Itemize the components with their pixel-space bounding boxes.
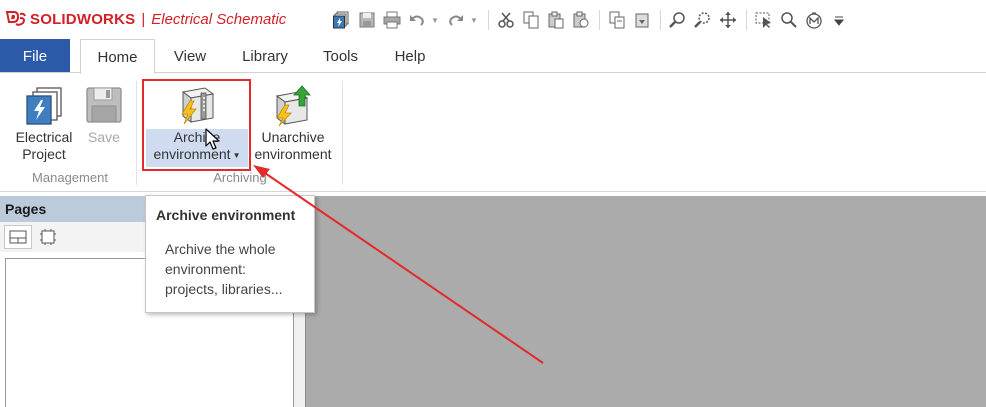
tab-home[interactable]: Home — [80, 39, 155, 74]
ribbon-tabs: File Home View Library Tools Help — [0, 39, 986, 74]
management-group-label: Management — [32, 170, 108, 185]
select-icon[interactable] — [752, 8, 776, 32]
save-label: Save — [88, 129, 120, 145]
pan-icon[interactable] — [716, 8, 740, 32]
unarchive-label-2: environment — [254, 146, 332, 162]
annotation-highlight-box — [142, 79, 251, 171]
toolbar-separator — [599, 10, 600, 30]
unarchive-label-1: Unarchive — [261, 129, 325, 145]
ds-logo-icon — [5, 11, 26, 26]
undo-icon[interactable] — [405, 8, 429, 32]
zoom-icon[interactable] — [666, 8, 690, 32]
search-icon[interactable] — [777, 8, 801, 32]
copy-icon[interactable] — [519, 8, 543, 32]
quick-access-toolbar: ▼ ▼ — [330, 8, 852, 32]
electrical-project-button[interactable]: Electrical Project — [10, 81, 78, 163]
archive-tooltip: Archive environment Archive the whole en… — [145, 195, 315, 313]
unarchive-environment-button[interactable]: Unarchive environment — [250, 81, 336, 163]
group-separator — [136, 81, 137, 185]
cut-icon[interactable] — [494, 8, 518, 32]
brand-name: SOLIDWORKS — [30, 10, 136, 28]
tab-help[interactable]: Help — [384, 39, 436, 73]
tab-library[interactable]: Library — [232, 39, 298, 73]
macro-icon[interactable] — [802, 8, 826, 32]
toolbar-separator — [660, 10, 661, 30]
tab-tools[interactable]: Tools — [313, 39, 368, 73]
redo-icon[interactable] — [444, 8, 468, 32]
undo-dropdown-icon[interactable]: ▼ — [430, 8, 440, 32]
paste-icon[interactable] — [544, 8, 568, 32]
paste-format-icon[interactable] — [630, 8, 654, 32]
customize-icon[interactable] — [827, 8, 851, 32]
tooltip-title: Archive environment — [156, 207, 296, 223]
title-bar: SOLIDWORKS | Electrical Schematic ▼ ▼ — [0, 0, 986, 38]
pages-view-icon[interactable] — [4, 225, 32, 249]
toolbar-separator — [488, 10, 489, 30]
archiving-group-label: Archiving — [213, 170, 267, 185]
tooltip-line-1: Archive the whole — [165, 241, 276, 257]
tooltip-line-3: projects, libraries... — [165, 281, 283, 297]
zoom-window-icon[interactable] — [691, 8, 715, 32]
paste-special-icon[interactable] — [569, 8, 593, 32]
new-project-icon[interactable] — [330, 8, 354, 32]
copy-format-icon[interactable] — [605, 8, 629, 32]
electrical-project-label-2: Project — [22, 146, 66, 162]
brand: SOLIDWORKS | Electrical Schematic — [4, 9, 286, 29]
components-view-icon[interactable] — [34, 225, 62, 249]
print-icon[interactable] — [380, 8, 404, 32]
app-name: Electrical Schematic — [151, 10, 287, 28]
electrical-project-icon — [22, 81, 66, 129]
tab-view[interactable]: View — [160, 39, 220, 73]
brand-separator: | — [141, 10, 146, 28]
save-disk-icon — [82, 81, 126, 129]
save-button[interactable]: Save — [82, 81, 126, 146]
tooltip-body: Archive the whole environment: projects,… — [165, 239, 310, 299]
unarchive-environment-icon — [271, 81, 315, 129]
group-separator — [342, 81, 343, 185]
tab-file[interactable]: File — [0, 39, 70, 73]
mouse-cursor-icon — [205, 128, 220, 150]
redo-dropdown-icon[interactable]: ▼ — [469, 8, 479, 32]
drawing-workspace[interactable] — [305, 196, 986, 407]
electrical-project-label-1: Electrical — [15, 129, 73, 145]
save-icon[interactable] — [355, 8, 379, 32]
toolbar-separator — [746, 10, 747, 30]
tooltip-line-2: environment: — [165, 261, 246, 277]
